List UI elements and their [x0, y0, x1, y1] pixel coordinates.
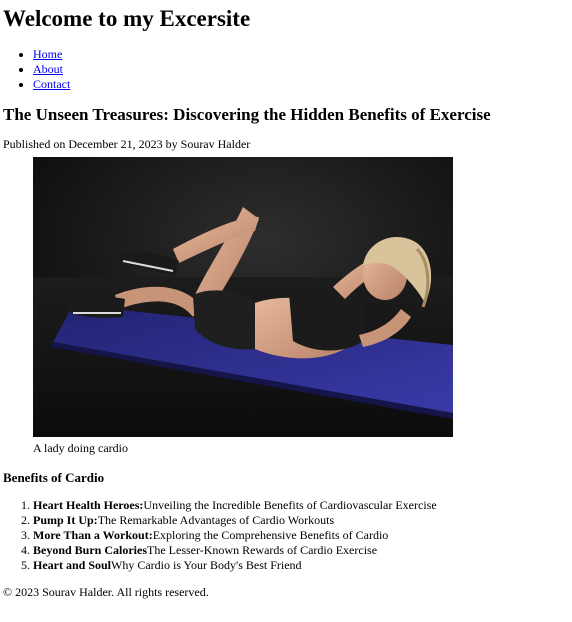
- image-caption: A lady doing cardio: [33, 441, 128, 455]
- nav-item-about: About: [33, 62, 569, 77]
- benefit-title: Pump It Up:: [33, 513, 98, 527]
- list-item: Beyond Burn CaloriesThe Lesser-Known Rew…: [33, 543, 569, 558]
- benefits-heading: Benefits of Cardio: [3, 470, 105, 485]
- benefit-text: Exploring the Comprehensive Benefits of …: [152, 528, 389, 542]
- benefits-section: Benefits of Cardio Heart Health Heroes:U…: [3, 469, 569, 573]
- benefit-title: Heart and Soul: [33, 558, 112, 572]
- site-footer: © 2023 Sourav Halder. All rights reserve…: [3, 585, 209, 599]
- main-nav: Home About Contact: [3, 47, 569, 92]
- benefits-list: Heart Health Heroes:Unveiling the Incred…: [3, 498, 569, 573]
- site-title: Welcome to my Excersite: [3, 6, 251, 31]
- list-item: More Than a Workout:Exploring the Compre…: [33, 528, 569, 543]
- site-header: Welcome to my Excersite Home About Conta…: [3, 0, 569, 92]
- nav-link-contact[interactable]: Contact: [33, 77, 70, 91]
- article-byline: Published on December 21, 2023 by Sourav…: [3, 137, 251, 151]
- article-figure: A lady doing cardio: [33, 157, 569, 456]
- article-title: The Unseen Treasures: Discovering the Hi…: [3, 105, 491, 124]
- benefit-text: Unveiling the Incredible Benefits of Car…: [143, 498, 437, 512]
- list-item: Heart and SoulWhy Cardio is Your Body's …: [33, 558, 569, 573]
- nav-link-home[interactable]: Home: [33, 47, 62, 61]
- hero-image: [33, 157, 453, 437]
- benefit-text: The Remarkable Advantages of Cardio Work…: [97, 513, 335, 527]
- benefit-text: The Lesser-Known Rewards of Cardio Exerc…: [147, 543, 378, 557]
- nav-list: Home About Contact: [3, 47, 569, 92]
- benefit-title: More Than a Workout:: [33, 528, 153, 542]
- page: Welcome to my Excersite Home About Conta…: [0, 0, 572, 600]
- benefit-title: Beyond Burn Calories: [33, 543, 148, 557]
- list-item: Pump It Up:The Remarkable Advantages of …: [33, 513, 569, 528]
- nav-link-about[interactable]: About: [33, 62, 63, 76]
- nav-item-home: Home: [33, 47, 569, 62]
- list-item: Heart Health Heroes:Unveiling the Incred…: [33, 498, 569, 513]
- article: The Unseen Treasures: Discovering the Hi…: [3, 104, 569, 573]
- nav-item-contact: Contact: [33, 77, 569, 92]
- main-content: The Unseen Treasures: Discovering the Hi…: [3, 104, 569, 573]
- benefit-text: Why Cardio is Your Body's Best Friend: [111, 558, 302, 572]
- benefit-title: Heart Health Heroes:: [33, 498, 144, 512]
